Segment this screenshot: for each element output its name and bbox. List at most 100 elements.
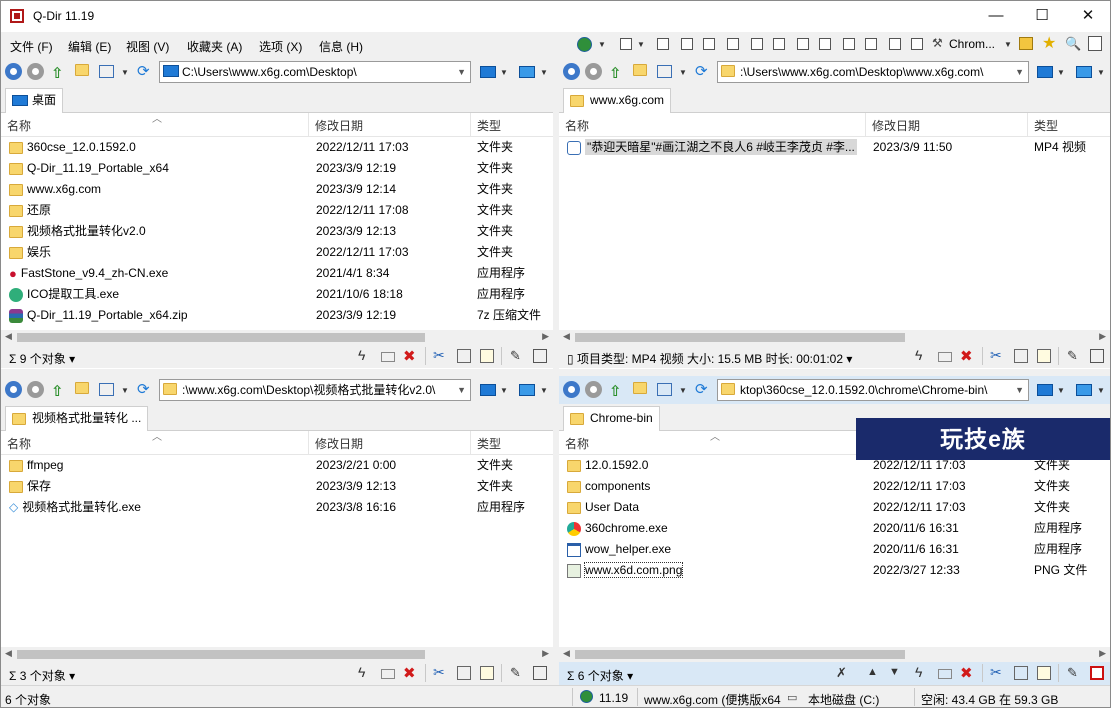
view-mode-icon[interactable]: [657, 383, 672, 396]
up-folder-icon[interactable]: ⇧: [51, 382, 67, 400]
back-button[interactable]: [5, 381, 22, 398]
file-row[interactable]: 还原 2022/12/11 17:08 文件夹: [1, 200, 553, 221]
layout-icon-7[interactable]: [797, 38, 809, 50]
column-date[interactable]: 修改日期: [309, 113, 471, 137]
screen-icon[interactable]: [480, 66, 496, 78]
menu-options[interactable]: 选项 (X): [259, 38, 302, 55]
file-row[interactable]: www.x6d.com.png 2022/3/27 12:33 PNG 文件: [559, 560, 1110, 581]
cut-icon[interactable]: ✂: [433, 347, 447, 363]
new-folder-icon[interactable]: [633, 382, 649, 398]
screen-dropdown-icon[interactable]: ▼: [1057, 386, 1065, 395]
mail-icon[interactable]: [938, 669, 952, 679]
new-folder-icon[interactable]: [75, 64, 91, 80]
file-row[interactable]: Q-Dir_11.19_Portable_x64 2023/3/9 12:19 文件…: [1, 158, 553, 179]
delete-icon[interactable]: ✖: [960, 664, 974, 682]
forward-button[interactable]: [585, 381, 602, 398]
column-name[interactable]: 名称: [559, 113, 866, 137]
mail-icon[interactable]: [381, 669, 395, 679]
delete-icon[interactable]: ✖: [960, 347, 974, 365]
maximize-button[interactable]: ☐: [1019, 1, 1065, 32]
pin-icon[interactable]: ✗: [836, 665, 850, 680]
address-field[interactable]: C:\Users\www.x6g.com\Desktop\ ▼: [159, 61, 471, 83]
file-row[interactable]: ICO提取工具.exe 2021/10/6 18:18 应用程序: [1, 284, 553, 305]
view-mode-icon[interactable]: [99, 65, 114, 78]
back-button[interactable]: [563, 381, 580, 398]
file-row[interactable]: "恭迎天暗星"#画江湖之不良人6 #岐王李茂贞 #李... 2023/3/9 11…: [559, 137, 1110, 158]
layout-dropdown-icon[interactable]: ▼: [637, 40, 645, 49]
scroll-up-icon[interactable]: ▲: [867, 666, 881, 680]
scroll-left-icon[interactable]: ◀: [563, 648, 570, 659]
file-row[interactable]: Q-Dir_11.19_Portable_x64.zip 2023/3/9 12:…: [1, 305, 553, 326]
file-row[interactable]: User Data 2022/12/11 17:03 文件夹: [559, 497, 1110, 518]
scroll-left-icon[interactable]: ◀: [5, 331, 12, 342]
file-row[interactable]: ◇ 视频格式批量转化.exe 2023/3/8 16:16 应用程序: [1, 497, 553, 518]
scroll-right-icon[interactable]: ▶: [542, 331, 549, 342]
display-dropdown-icon[interactable]: ▼: [1097, 386, 1105, 395]
up-folder-icon[interactable]: ⇧: [51, 64, 67, 82]
address-dropdown-icon[interactable]: ▼: [457, 380, 466, 400]
horizontal-scrollbar[interactable]: ◀ ▶: [1, 330, 553, 345]
file-row[interactable]: ffmpeg 2023/2/21 0:00 文件夹: [1, 455, 553, 476]
menu-view[interactable]: 视图 (V): [126, 38, 169, 55]
view-dropdown-icon[interactable]: ▼: [679, 386, 687, 395]
paste-icon[interactable]: [1037, 666, 1051, 680]
layout-icon-5[interactable]: [751, 38, 763, 50]
properties-icon[interactable]: [533, 349, 547, 363]
screen-dropdown-icon[interactable]: ▼: [500, 68, 508, 77]
rename-icon[interactable]: ✎: [510, 348, 524, 363]
minimize-button[interactable]: —: [973, 1, 1019, 32]
properties-icon[interactable]: [1090, 666, 1104, 680]
refresh-icon[interactable]: ⟳: [137, 62, 153, 80]
mail-icon[interactable]: [938, 352, 952, 362]
lightning-icon[interactable]: ϟ: [358, 347, 372, 363]
address-dropdown-icon[interactable]: ▼: [1015, 380, 1024, 400]
cut-icon[interactable]: ✂: [990, 347, 1004, 363]
layout-icon-12[interactable]: [911, 38, 923, 50]
column-type[interactable]: 类型: [471, 431, 553, 455]
rename-icon[interactable]: ✎: [1067, 665, 1081, 680]
display-dropdown-icon[interactable]: ▼: [540, 68, 548, 77]
layout-icon-10[interactable]: [865, 38, 877, 50]
mail-icon[interactable]: [381, 352, 395, 362]
menu-favorites[interactable]: 收藏夹 (A): [187, 38, 242, 55]
refresh-icon[interactable]: ⟳: [137, 380, 153, 398]
menu-info[interactable]: 信息 (H): [319, 38, 363, 55]
layout-icon-6[interactable]: [773, 38, 785, 50]
menu-file[interactable]: 文件 (F): [10, 38, 53, 55]
display-icon[interactable]: [1076, 384, 1092, 396]
view-dropdown-icon[interactable]: ▼: [679, 68, 687, 77]
address-field[interactable]: :\Users\www.x6g.com\Desktop\www.x6g.com\…: [717, 61, 1029, 83]
display-icon[interactable]: [519, 384, 535, 396]
rename-icon[interactable]: ✎: [510, 665, 524, 680]
column-type[interactable]: 类型: [1028, 113, 1110, 137]
file-row[interactable]: www.x6g.com 2023/3/9 12:14 文件夹: [1, 179, 553, 200]
horizontal-scrollbar[interactable]: ◀ ▶: [1, 647, 553, 662]
lightning-icon[interactable]: ϟ: [915, 664, 929, 680]
delete-icon[interactable]: ✖: [403, 347, 417, 365]
display-dropdown-icon[interactable]: ▼: [540, 386, 548, 395]
display-icon[interactable]: [1076, 66, 1092, 78]
tools-icon[interactable]: ⚒: [932, 36, 943, 50]
display-icon[interactable]: [519, 66, 535, 78]
back-button[interactable]: [5, 63, 22, 80]
cut-icon[interactable]: ✂: [990, 664, 1004, 680]
tab-video-converter[interactable]: 视频格式批量转化 ...: [5, 406, 149, 431]
scrollbar-thumb[interactable]: [575, 650, 905, 659]
view-dropdown-icon[interactable]: ▼: [121, 386, 129, 395]
address-dropdown-icon[interactable]: ▼: [457, 62, 466, 82]
new-folder-icon[interactable]: [75, 382, 91, 398]
scroll-left-icon[interactable]: ◀: [5, 648, 12, 659]
layout-icon-8[interactable]: [819, 38, 831, 50]
screen-icon[interactable]: [1037, 66, 1053, 78]
rename-icon[interactable]: ✎: [1067, 348, 1081, 363]
refresh-icon[interactable]: ⟳: [695, 62, 711, 80]
address-dropdown-icon[interactable]: ▼: [1015, 62, 1024, 82]
lightning-icon[interactable]: ϟ: [358, 664, 372, 680]
paste-icon[interactable]: [480, 666, 494, 680]
tab-desktop[interactable]: 桌面: [5, 88, 64, 113]
screen-icon[interactable]: [480, 384, 496, 396]
scrollbar-thumb[interactable]: [17, 650, 425, 659]
properties-icon[interactable]: [1090, 349, 1104, 363]
layout-icon-2[interactable]: [681, 38, 693, 50]
layout-icon-11[interactable]: [889, 38, 901, 50]
